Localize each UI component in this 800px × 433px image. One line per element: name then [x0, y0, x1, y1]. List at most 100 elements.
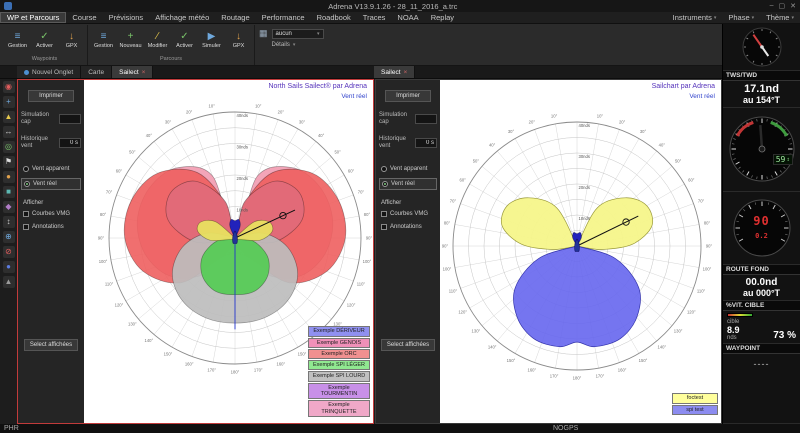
- svg-text:10nds: 10nds: [579, 216, 590, 221]
- ribbon-parcours-gpx-button[interactable]: ↓GPX: [225, 25, 252, 56]
- menu-traces[interactable]: Traces: [357, 12, 392, 23]
- legend-item[interactable]: spi test: [672, 405, 718, 415]
- menu-wp-et-parcours[interactable]: WP et Parcours: [0, 12, 66, 23]
- courbes-vmg-checkbox[interactable]: Courbes VMG: [379, 209, 437, 219]
- details-toggle[interactable]: Détails ▾: [272, 42, 324, 48]
- ribbon-waypoints-gpx-button[interactable]: ↓GPX: [58, 25, 85, 56]
- ribbon-parcours-nouveau-button[interactable]: +Nouveau: [117, 25, 144, 56]
- target-speed-gradient-bar: [727, 313, 753, 317]
- menu-instruments[interactable]: Instruments▾: [667, 12, 723, 23]
- annotations-checkbox[interactable]: Annotations: [21, 222, 81, 232]
- legend-item[interactable]: Exemple ORC: [308, 349, 370, 359]
- tab-carte[interactable]: Carte: [81, 66, 112, 78]
- nouveau-icon: +: [128, 32, 134, 42]
- legend-item[interactable]: foctest: [672, 393, 718, 403]
- menu-phase[interactable]: Phase▾: [722, 12, 760, 23]
- tab-sailect[interactable]: Sailect×: [374, 66, 415, 78]
- radio-vent-reel[interactable]: Vent réel: [379, 178, 437, 190]
- menu-replay[interactable]: Replay: [425, 12, 460, 23]
- center-boat-icon[interactable]: ⊕: [3, 231, 15, 243]
- menu-theme[interactable]: Thème▾: [760, 12, 800, 23]
- radio-vent-apparent[interactable]: Vent apparent: [379, 164, 437, 174]
- mark-icon[interactable]: ●: [3, 171, 15, 183]
- caret-down-icon: ▾: [317, 31, 320, 37]
- historique-vent-input[interactable]: [59, 138, 81, 148]
- cible-unit: nds: [727, 335, 753, 341]
- right-chart-legend: foctest spi test: [672, 393, 718, 415]
- menu-roadbook[interactable]: Roadbook: [311, 12, 357, 23]
- target-speed-title: %VIT. CIBLE: [723, 301, 800, 311]
- pan-icon[interactable]: ↔: [3, 126, 15, 138]
- window-minimize-button[interactable]: –: [770, 2, 774, 10]
- menu-affichage-meteo[interactable]: Affichage météo: [149, 12, 215, 23]
- ribbon-waypoints-gestion-button[interactable]: ≡Gestion: [4, 25, 31, 56]
- checkbox-label: Courbes VMG: [390, 211, 428, 217]
- speed-gauge-svg: [723, 192, 800, 265]
- select-affichees-button[interactable]: Select affichées: [381, 339, 435, 351]
- window-close-button[interactable]: ✕: [790, 2, 796, 10]
- svg-text:80°: 80°: [364, 212, 371, 217]
- select-affichees-button[interactable]: Select affichées: [24, 339, 78, 351]
- svg-text:80°: 80°: [100, 212, 107, 217]
- route-direction-value: au 000°T: [723, 288, 800, 300]
- pin-icon[interactable]: ●: [3, 261, 15, 273]
- svg-text:140°: 140°: [658, 345, 667, 350]
- simulation-cap-input[interactable]: [415, 114, 437, 124]
- course-select[interactable]: aucun ▾: [272, 29, 324, 39]
- flag-icon[interactable]: ⚑: [3, 156, 15, 168]
- ribbon-parcours-activer-button[interactable]: ✓Activer: [171, 25, 198, 56]
- print-button[interactable]: Imprimer: [385, 90, 431, 102]
- svg-text:160°: 160°: [276, 361, 285, 366]
- legend-item[interactable]: Exemple GENOIS: [308, 338, 370, 348]
- sailchart-panel-right: Imprimer Simulation cap Historique vent …: [375, 79, 722, 424]
- zoom-icon[interactable]: ◎: [3, 141, 15, 153]
- route-edit-icon[interactable]: ▲: [3, 111, 15, 123]
- menu-previsions[interactable]: Prévisions: [103, 12, 150, 23]
- radio-label: Vent réel: [391, 181, 415, 187]
- svg-text:10°: 10°: [255, 104, 262, 109]
- svg-text:40nds: 40nds: [579, 123, 590, 128]
- legend-item[interactable]: Exemple SPI LOURD: [308, 371, 370, 381]
- menu-routage[interactable]: Routage: [215, 12, 255, 23]
- ribbon-waypoints-activer-button[interactable]: ✓Activer: [31, 25, 58, 56]
- menu-noaa[interactable]: NOAA: [391, 12, 424, 23]
- menu-performance[interactable]: Performance: [256, 12, 311, 23]
- annotations-checkbox[interactable]: Annotations: [379, 222, 437, 232]
- left-panel-controls: Imprimer Simulation cap Historique vent …: [18, 80, 84, 423]
- caret-down-icon: ▾: [293, 42, 296, 48]
- modifier-icon: ∕: [157, 32, 159, 42]
- menu-items: WP et ParcoursCoursePrévisionsAffichage …: [0, 12, 460, 23]
- menu-course[interactable]: Course: [66, 12, 102, 23]
- right-polar-chart-svg[interactable]: 10°20°30°40°50°60°70°80°90°100°110°120°1…: [440, 80, 721, 423]
- svg-text:110°: 110°: [105, 281, 114, 286]
- lifebuoy-icon[interactable]: ◉: [3, 81, 15, 93]
- simulation-cap-input[interactable]: [59, 114, 81, 124]
- tab-nouvel-onglet[interactable]: Nouvel Onglet: [17, 66, 81, 78]
- ribbon-parcours-gestion-button[interactable]: ≡Gestion: [90, 25, 117, 56]
- waypoint-add-icon[interactable]: +: [3, 96, 15, 108]
- legend-item[interactable]: Exemple DÉRIVEUR: [308, 326, 370, 336]
- tab-close-icon[interactable]: ×: [142, 69, 146, 76]
- restricted-zone-icon[interactable]: ⊘: [3, 246, 15, 258]
- radio-vent-apparent[interactable]: Vent apparent: [21, 164, 81, 174]
- legend-item[interactable]: Exemple TRINQUETTE: [308, 400, 370, 417]
- legend-item[interactable]: Exemple TOURMENTIN: [308, 383, 370, 400]
- ribbon-parcours-simuler-button[interactable]: ▶Simuler: [198, 25, 225, 56]
- measure-icon[interactable]: ↕: [3, 216, 15, 228]
- radio-vent-reel[interactable]: Vent réel: [21, 178, 81, 190]
- window-maximize-button[interactable]: ▢: [779, 2, 786, 10]
- historique-vent-input[interactable]: [415, 138, 437, 148]
- ribbon-parcours-modifier-button[interactable]: ∕Modifier: [144, 25, 171, 56]
- layers-icon[interactable]: ■: [3, 186, 15, 198]
- legend-item[interactable]: Exemple SPI LÉGER: [308, 360, 370, 370]
- courbes-vmg-checkbox[interactable]: Courbes VMG: [21, 209, 81, 219]
- palette-icon[interactable]: ◆: [3, 201, 15, 213]
- print-button[interactable]: Imprimer: [28, 90, 74, 102]
- svg-text:40°: 40°: [146, 133, 153, 138]
- tab-close-icon[interactable]: ×: [404, 69, 408, 76]
- grid-icon[interactable]: ▦: [259, 29, 268, 38]
- north-up-icon[interactable]: ▲: [3, 276, 15, 288]
- svg-text:110°: 110°: [697, 289, 706, 294]
- tab-sailect[interactable]: Sailect×: [112, 66, 153, 78]
- svg-text:30nds: 30nds: [579, 154, 590, 159]
